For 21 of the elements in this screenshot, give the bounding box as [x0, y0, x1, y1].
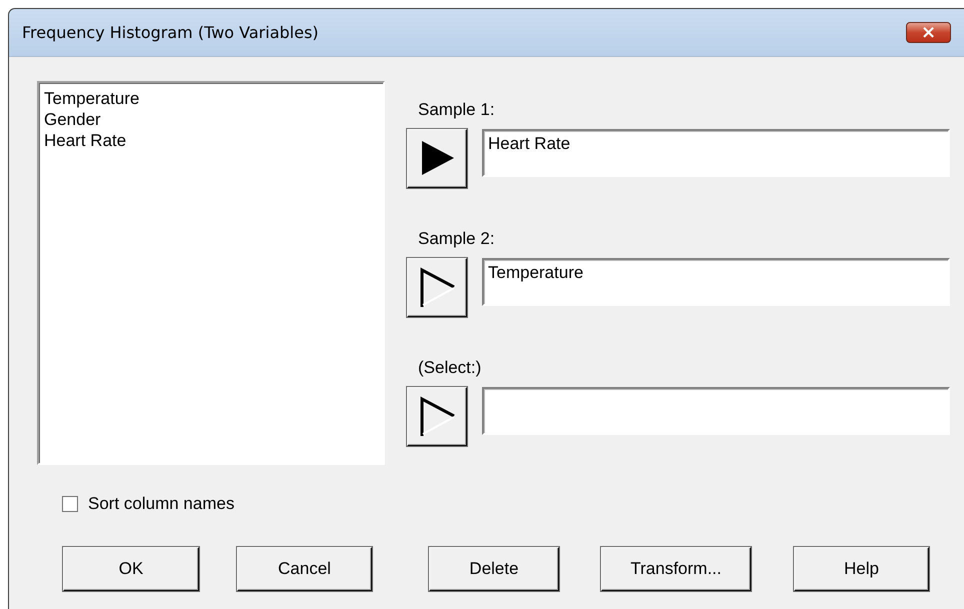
- field-label: (Select:): [418, 357, 482, 379]
- checkbox-label: Sort column names: [88, 494, 234, 514]
- ok-button[interactable]: OK: [63, 547, 199, 591]
- field-label: Sample 2:: [418, 228, 495, 250]
- add-button[interactable]: [407, 387, 467, 446]
- list-item[interactable]: Heart Rate: [44, 130, 126, 151]
- field-label: Sample 1:: [418, 99, 495, 121]
- variable-list[interactable]: Temperature Gender Heart Rate: [37, 81, 385, 465]
- list-item[interactable]: Temperature: [44, 88, 140, 109]
- window-title: Frequency Histogram (Two Variables): [22, 23, 320, 42]
- variable-field[interactable]: Heart Rate: [482, 129, 950, 177]
- sort-checkbox[interactable]: [62, 496, 78, 512]
- list-item[interactable]: Gender: [44, 109, 101, 130]
- delete-button[interactable]: Delete: [429, 547, 559, 591]
- cancel-button[interactable]: Cancel: [237, 547, 372, 591]
- add-button[interactable]: [407, 258, 467, 317]
- variable-field[interactable]: Temperature: [482, 258, 950, 306]
- transform-button[interactable]: Transform...: [601, 547, 751, 591]
- add-button[interactable]: [407, 129, 467, 188]
- close-button[interactable]: ×: [906, 22, 951, 43]
- help-button[interactable]: Help: [794, 547, 929, 591]
